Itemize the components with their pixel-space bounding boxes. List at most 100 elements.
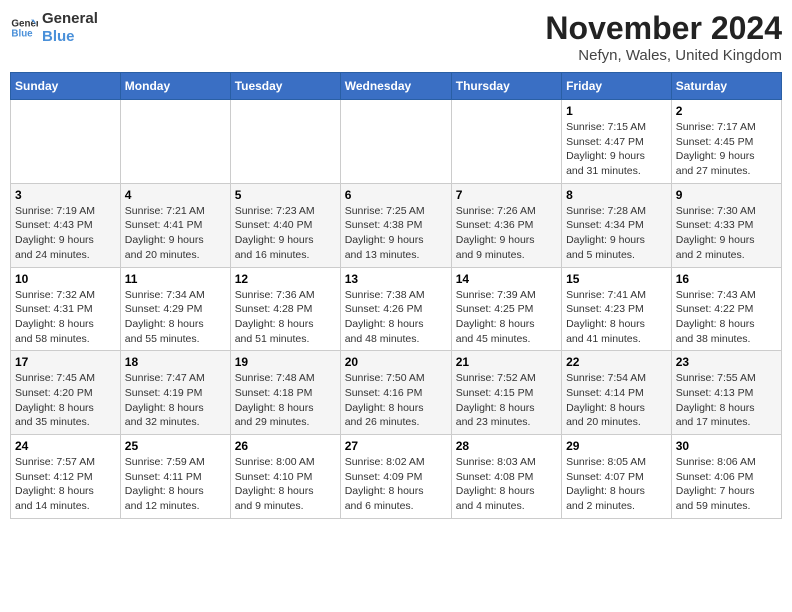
day-info: Sunrise: 7:19 AMSunset: 4:43 PMDaylight:… [15,204,116,263]
day-info: Sunrise: 7:36 AMSunset: 4:28 PMDaylight:… [235,288,336,347]
location-title: Nefyn, Wales, United Kingdom [545,47,782,64]
day-number: 12 [235,272,336,286]
day-number: 8 [566,188,667,202]
calendar-cell: 18 Sunrise: 7:47 AMSunset: 4:19 PMDayligh… [120,351,230,435]
day-number: 29 [566,439,667,453]
calendar-cell: 13 Sunrise: 7:38 AMSunset: 4:26 PMDayligh… [340,267,451,351]
calendar-cell [11,100,121,184]
calendar-header-row: SundayMondayTuesdayWednesdayThursdayFrid… [11,73,782,100]
day-number: 3 [15,188,116,202]
calendar-cell: 10 Sunrise: 7:32 AMSunset: 4:31 PMDayligh… [11,267,121,351]
day-number: 26 [235,439,336,453]
calendar-cell: 5Sunrise: 7:23 AMSunset: 4:40 PMDaylight… [230,183,340,267]
day-number: 9 [676,188,777,202]
calendar-cell: 9 Sunrise: 7:30 AMSunset: 4:33 PMDaylight… [671,183,781,267]
day-info: Sunrise: 7:54 AMSunset: 4:14 PMDaylight:… [566,371,667,430]
day-info: Sunrise: 7:47 AMSunset: 4:19 PMDaylight:… [125,371,226,430]
day-header-friday: Friday [562,73,672,100]
day-number: 30 [676,439,777,453]
day-number: 23 [676,355,777,369]
calendar-cell: 8Sunrise: 7:28 AMSunset: 4:34 PMDaylight… [562,183,672,267]
calendar-cell: 4 Sunrise: 7:21 AMSunset: 4:41 PMDaylight… [120,183,230,267]
calendar-cell: 19 Sunrise: 7:48 AMSunset: 4:18 PMDayligh… [230,351,340,435]
day-number: 18 [125,355,226,369]
day-info: Sunrise: 7:25 AMSunset: 4:38 PMDaylight:… [345,204,447,263]
svg-text:Blue: Blue [11,28,33,39]
day-info: Sunrise: 7:38 AMSunset: 4:26 PMDaylight:… [345,288,447,347]
day-number: 11 [125,272,226,286]
day-number: 10 [15,272,116,286]
day-info: Sunrise: 7:43 AMSunset: 4:22 PMDaylight:… [676,288,777,347]
day-number: 6 [345,188,447,202]
calendar-cell: 12 Sunrise: 7:36 AMSunset: 4:28 PMDayligh… [230,267,340,351]
day-number: 28 [456,439,557,453]
day-info: Sunrise: 8:06 AMSunset: 4:06 PMDaylight:… [676,455,777,514]
day-info: Sunrise: 7:59 AMSunset: 4:11 PMDaylight:… [125,455,226,514]
calendar-cell: 17 Sunrise: 7:45 AMSunset: 4:20 PMDayligh… [11,351,121,435]
day-info: Sunrise: 8:02 AMSunset: 4:09 PMDaylight:… [345,455,447,514]
day-info: Sunrise: 7:39 AMSunset: 4:25 PMDaylight:… [456,288,557,347]
day-header-thursday: Thursday [451,73,561,100]
day-number: 19 [235,355,336,369]
day-info: Sunrise: 7:55 AMSunset: 4:13 PMDaylight:… [676,371,777,430]
calendar-cell [340,100,451,184]
day-info: Sunrise: 7:57 AMSunset: 4:12 PMDaylight:… [15,455,116,514]
calendar-table: SundayMondayTuesdayWednesdayThursdayFrid… [10,72,782,519]
day-number: 20 [345,355,447,369]
day-number: 2 [676,104,777,118]
logo-line2: Blue [42,28,98,46]
calendar-cell: 28 Sunrise: 8:03 AMSunset: 4:08 PMDayligh… [451,435,561,519]
calendar-cell: 23 Sunrise: 7:55 AMSunset: 4:13 PMDayligh… [671,351,781,435]
day-info: Sunrise: 7:45 AMSunset: 4:20 PMDaylight:… [15,371,116,430]
logo-icon: General Blue [10,14,38,42]
calendar-cell: 27Sunrise: 8:02 AMSunset: 4:09 PMDayligh… [340,435,451,519]
calendar-cell: 16 Sunrise: 7:43 AMSunset: 4:22 PMDayligh… [671,267,781,351]
day-info: Sunrise: 7:30 AMSunset: 4:33 PMDaylight:… [676,204,777,263]
day-info: Sunrise: 7:41 AMSunset: 4:23 PMDaylight:… [566,288,667,347]
calendar-cell: 14 Sunrise: 7:39 AMSunset: 4:25 PMDayligh… [451,267,561,351]
day-number: 4 [125,188,226,202]
calendar-week-5: 24 Sunrise: 7:57 AMSunset: 4:12 PMDayligh… [11,435,782,519]
day-number: 21 [456,355,557,369]
calendar-week-2: 3 Sunrise: 7:19 AMSunset: 4:43 PMDaylight… [11,183,782,267]
day-number: 17 [15,355,116,369]
calendar-cell [451,100,561,184]
calendar-cell: 1 Sunrise: 7:15 AMSunset: 4:47 PMDaylight… [562,100,672,184]
calendar-cell: 30 Sunrise: 8:06 AMSunset: 4:06 PMDayligh… [671,435,781,519]
day-header-tuesday: Tuesday [230,73,340,100]
calendar-cell: 24 Sunrise: 7:57 AMSunset: 4:12 PMDayligh… [11,435,121,519]
day-number: 25 [125,439,226,453]
day-number: 14 [456,272,557,286]
day-info: Sunrise: 8:03 AMSunset: 4:08 PMDaylight:… [456,455,557,514]
calendar-week-4: 17 Sunrise: 7:45 AMSunset: 4:20 PMDayligh… [11,351,782,435]
day-number: 24 [15,439,116,453]
calendar-cell: 11 Sunrise: 7:34 AMSunset: 4:29 PMDayligh… [120,267,230,351]
day-number: 5 [235,188,336,202]
calendar-week-3: 10 Sunrise: 7:32 AMSunset: 4:31 PMDayligh… [11,267,782,351]
day-info: Sunrise: 7:48 AMSunset: 4:18 PMDaylight:… [235,371,336,430]
title-block: November 2024 Nefyn, Wales, United Kingd… [545,10,782,64]
day-number: 16 [676,272,777,286]
calendar-cell: 21Sunrise: 7:52 AMSunset: 4:15 PMDayligh… [451,351,561,435]
calendar-cell: 25 Sunrise: 7:59 AMSunset: 4:11 PMDayligh… [120,435,230,519]
calendar-cell: 15 Sunrise: 7:41 AMSunset: 4:23 PMDayligh… [562,267,672,351]
page-header: General Blue General Blue November 2024 … [10,10,782,64]
day-number: 15 [566,272,667,286]
day-number: 13 [345,272,447,286]
day-header-saturday: Saturday [671,73,781,100]
calendar-cell: 7Sunrise: 7:26 AMSunset: 4:36 PMDaylight… [451,183,561,267]
calendar-cell: 29 Sunrise: 8:05 AMSunset: 4:07 PMDayligh… [562,435,672,519]
day-info: Sunrise: 7:34 AMSunset: 4:29 PMDaylight:… [125,288,226,347]
day-info: Sunrise: 7:50 AMSunset: 4:16 PMDaylight:… [345,371,447,430]
day-number: 7 [456,188,557,202]
day-header-monday: Monday [120,73,230,100]
day-number: 22 [566,355,667,369]
day-info: Sunrise: 7:15 AMSunset: 4:47 PMDaylight:… [566,120,667,179]
day-info: Sunrise: 7:17 AMSunset: 4:45 PMDaylight:… [676,120,777,179]
day-info: Sunrise: 7:32 AMSunset: 4:31 PMDaylight:… [15,288,116,347]
calendar-cell: 6 Sunrise: 7:25 AMSunset: 4:38 PMDaylight… [340,183,451,267]
day-info: Sunrise: 8:05 AMSunset: 4:07 PMDaylight:… [566,455,667,514]
day-number: 1 [566,104,667,118]
day-header-sunday: Sunday [11,73,121,100]
day-info: Sunrise: 7:21 AMSunset: 4:41 PMDaylight:… [125,204,226,263]
